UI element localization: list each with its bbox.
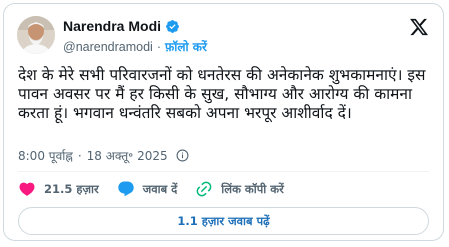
tweet-card[interactable]: Narendra Modi @narendramodi · फ़ॉलो करें…	[3, 3, 444, 241]
tweet-text: देश के मेरे सभी परिवारजनों को धनतेरस की …	[18, 66, 426, 122]
heart-icon	[19, 182, 35, 196]
divider	[18, 171, 429, 172]
reply-label: जवाब दें	[142, 181, 178, 196]
reply-bubble-icon	[118, 181, 134, 197]
avatar-image	[17, 16, 55, 54]
tweet-date[interactable]: 18 अक्तू॰ 2025	[87, 147, 168, 164]
read-replies-button[interactable]: 1.1 हज़ार जवाब पढ़ें	[18, 207, 429, 235]
info-icon[interactable]	[176, 149, 189, 162]
like-button[interactable]: 21.5 हज़ार	[18, 180, 99, 198]
copy-link-label: लिंक कॉपी करें	[221, 181, 284, 196]
author-name[interactable]: Narendra Modi	[63, 18, 161, 34]
separator-dot: ·	[156, 39, 161, 54]
x-logo-icon[interactable]	[409, 17, 429, 37]
separator-dot: ·	[77, 148, 82, 163]
avatar[interactable]	[17, 16, 55, 54]
author-handle-row: @narendramodi · फ़ॉलो करें	[63, 38, 207, 55]
action-bar: 21.5 हज़ार जवाब दें लिंक कॉपी करें	[18, 180, 302, 198]
verified-badge-icon	[166, 19, 179, 33]
author-handle[interactable]: @narendramodi	[63, 40, 153, 54]
tweet-time[interactable]: 8:00 पूर्वाह्न	[18, 147, 73, 164]
tweet-meta: 8:00 पूर्वाह्न · 18 अक्तू॰ 2025	[18, 147, 189, 164]
author-name-row: Narendra Modi	[63, 17, 180, 35]
link-icon	[196, 181, 212, 197]
copy-link-button[interactable]: लिंक कॉपी करें	[195, 180, 284, 198]
reply-button[interactable]: जवाब दें	[117, 180, 178, 198]
follow-button[interactable]: फ़ॉलो करें	[165, 38, 207, 55]
like-count: 21.5 हज़ार	[44, 181, 99, 196]
